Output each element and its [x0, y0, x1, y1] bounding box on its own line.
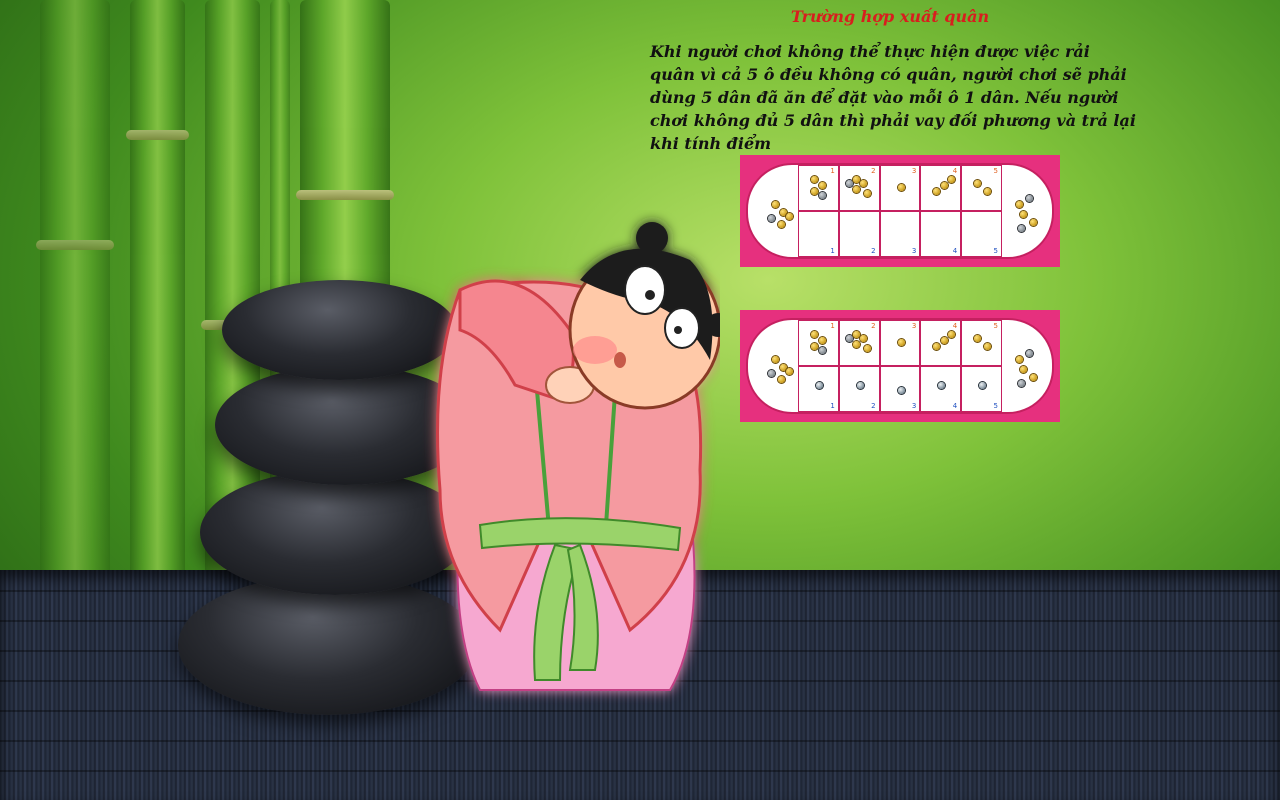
cartoon-girl-bowing-icon [436, 222, 720, 691]
bamboo-stalk [126, 0, 189, 600]
board-cell[interactable]: 3 [879, 165, 921, 211]
board-cell[interactable]: 3 [879, 211, 921, 257]
mandarin-square-left [754, 330, 794, 402]
board-cell[interactable]: 2 [838, 366, 880, 412]
game-scene: Trường hợp xuất quân Khi người chơi khôn… [0, 0, 1280, 800]
board-cells: 1 2 3 4 5 1 2 3 4 5 [798, 320, 1002, 412]
board-cell[interactable]: 1 [798, 320, 839, 366]
bamboo-stalk [36, 0, 114, 600]
board-cell[interactable]: 4 [920, 366, 962, 412]
board-cell[interactable]: 1 [798, 211, 839, 257]
board-cell[interactable]: 4 [920, 211, 962, 257]
board-cell[interactable]: 2 [838, 211, 880, 257]
board-cell[interactable]: 5 [961, 320, 1002, 366]
board-cell[interactable]: 5 [961, 165, 1002, 211]
board-cell[interactable]: 1 [798, 165, 839, 211]
game-board-1: 1 2 3 4 5 1 2 3 4 5 [740, 155, 1060, 267]
board-cell[interactable]: 3 [879, 320, 921, 366]
board-cell[interactable]: 2 [838, 320, 880, 366]
board-cell[interactable]: 5 [961, 211, 1002, 257]
mandarin-square-right [1006, 175, 1046, 247]
board-cell[interactable]: 5 [961, 366, 1002, 412]
board-cell[interactable]: 4 [920, 320, 962, 366]
board-cell[interactable]: 1 [798, 366, 839, 412]
board-surface: 1 2 3 4 5 1 2 3 4 5 [746, 318, 1054, 414]
rule-description: Khi người chơi không thể thực hiện được … [650, 42, 1136, 153]
game-board-2: 1 2 3 4 5 1 2 3 4 5 [740, 310, 1060, 422]
page-title: Trường hợp xuất quân [790, 7, 990, 26]
board-cell[interactable]: 3 [879, 366, 921, 412]
mandarin-square-left [754, 175, 794, 247]
board-cell[interactable]: 2 [838, 165, 880, 211]
board-cells: 1 2 3 4 5 1 2 3 4 5 [798, 165, 1002, 257]
mandarin-square-right [1006, 330, 1046, 402]
board-cell[interactable]: 4 [920, 165, 962, 211]
board-surface: 1 2 3 4 5 1 2 3 4 5 [746, 163, 1054, 259]
